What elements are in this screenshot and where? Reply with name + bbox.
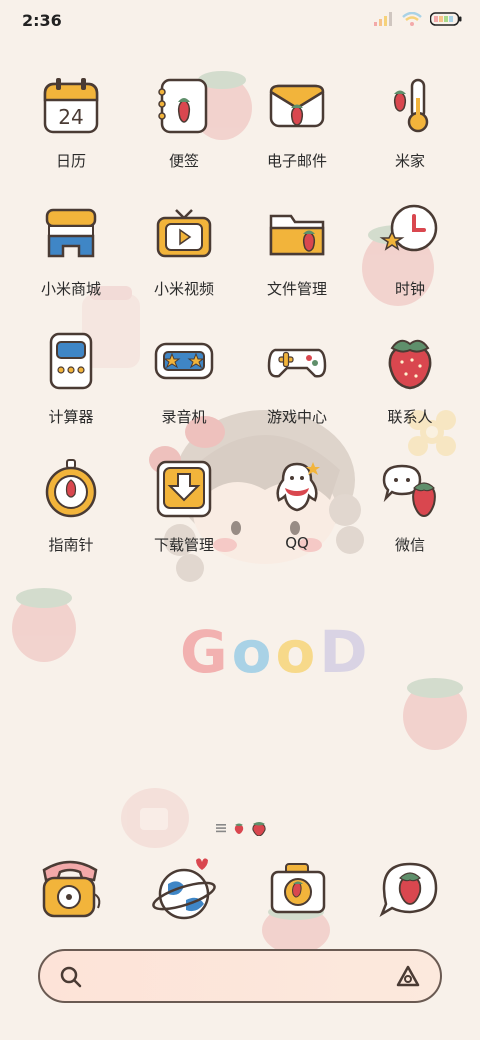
camera-dock-app[interactable] [262,854,334,926]
email-icon [269,84,325,128]
app-label: 电子邮件 [266,152,327,170]
store-icon [45,208,97,258]
phone-dock-app[interactable] [34,854,106,926]
app-label: QQ [285,534,309,552]
battery-icon [430,12,462,26]
app-label: 联系人 [387,408,433,426]
messages-dock-app[interactable] [374,854,446,926]
page-dot-strawberry-active-icon [252,822,266,836]
download-manager-app[interactable]: 下载管理 [128,458,240,555]
app-label: 微信 [394,536,425,554]
app-label: 游戏中心 [266,408,327,426]
qq-penguin-icon [276,462,320,512]
mi-video-app[interactable]: 小米视频 [128,202,240,299]
status-time: 2:36 [22,11,62,30]
app-label: 时钟 [394,280,425,298]
compass-app[interactable]: 指南针 [15,458,127,555]
message-bubble-icon [379,862,438,917]
file-manager-app[interactable]: 文件管理 [241,202,353,299]
qq-app[interactable]: QQ [241,458,353,552]
app-label: 小米视频 [153,280,214,298]
app-label: 计算器 [48,408,94,426]
notes-icon [158,78,208,134]
planet-icon [152,858,216,920]
app-label: 下载管理 [153,536,214,554]
notes-app[interactable]: 便签 [128,74,240,171]
svg-text:24: 24 [58,105,83,129]
clock-app[interactable]: 时钟 [354,202,466,299]
status-bar: 2:36 [0,0,480,44]
telephone-icon [42,860,101,918]
folder-icon [269,214,325,256]
calculator-app[interactable]: 计算器 [15,330,127,427]
camera-icon [270,863,326,914]
app-label: 便签 [168,152,199,170]
browser-dock-app[interactable] [150,854,222,926]
assistant-icon[interactable] [396,965,420,987]
app-label: 指南针 [48,536,94,554]
calculator-icon [49,332,93,390]
page-dot-strawberry-icon [234,823,244,834]
contacts-app[interactable]: 联系人 [354,330,466,427]
search-bar[interactable] [38,949,442,1003]
download-icon [156,460,212,518]
app-label: 文件管理 [266,280,327,298]
thermometer-icon [393,78,429,133]
chat-bubble-icon [382,464,436,518]
mijia-app[interactable]: 米家 [354,74,466,171]
app-label: 日历 [55,152,86,170]
recorder-app[interactable]: 录音机 [128,330,240,427]
strawberry-icon [388,339,432,390]
calendar-app[interactable]: 24 日历 [15,74,127,171]
menu-lines-icon [216,824,226,833]
app-label: 录音机 [161,408,207,426]
search-icon[interactable] [60,966,82,988]
wallpaper-good-text: GooD [180,618,372,686]
signal-icon [374,12,392,26]
app-label: 米家 [394,152,425,170]
wifi-icon [402,12,422,26]
page-indicator[interactable] [216,820,266,836]
clock-icon [379,204,438,252]
email-app[interactable]: 电子邮件 [241,74,353,171]
recorder-icon [154,342,214,380]
compass-icon [45,459,97,518]
gamepad-icon [267,348,327,378]
tv-icon [156,209,212,258]
game-center-app[interactable]: 游戏中心 [241,330,353,427]
wechat-app[interactable]: 微信 [354,458,466,555]
calendar-icon: 24 [43,78,99,134]
mi-store-app[interactable]: 小米商城 [15,202,127,299]
app-label: 小米商城 [40,280,101,298]
